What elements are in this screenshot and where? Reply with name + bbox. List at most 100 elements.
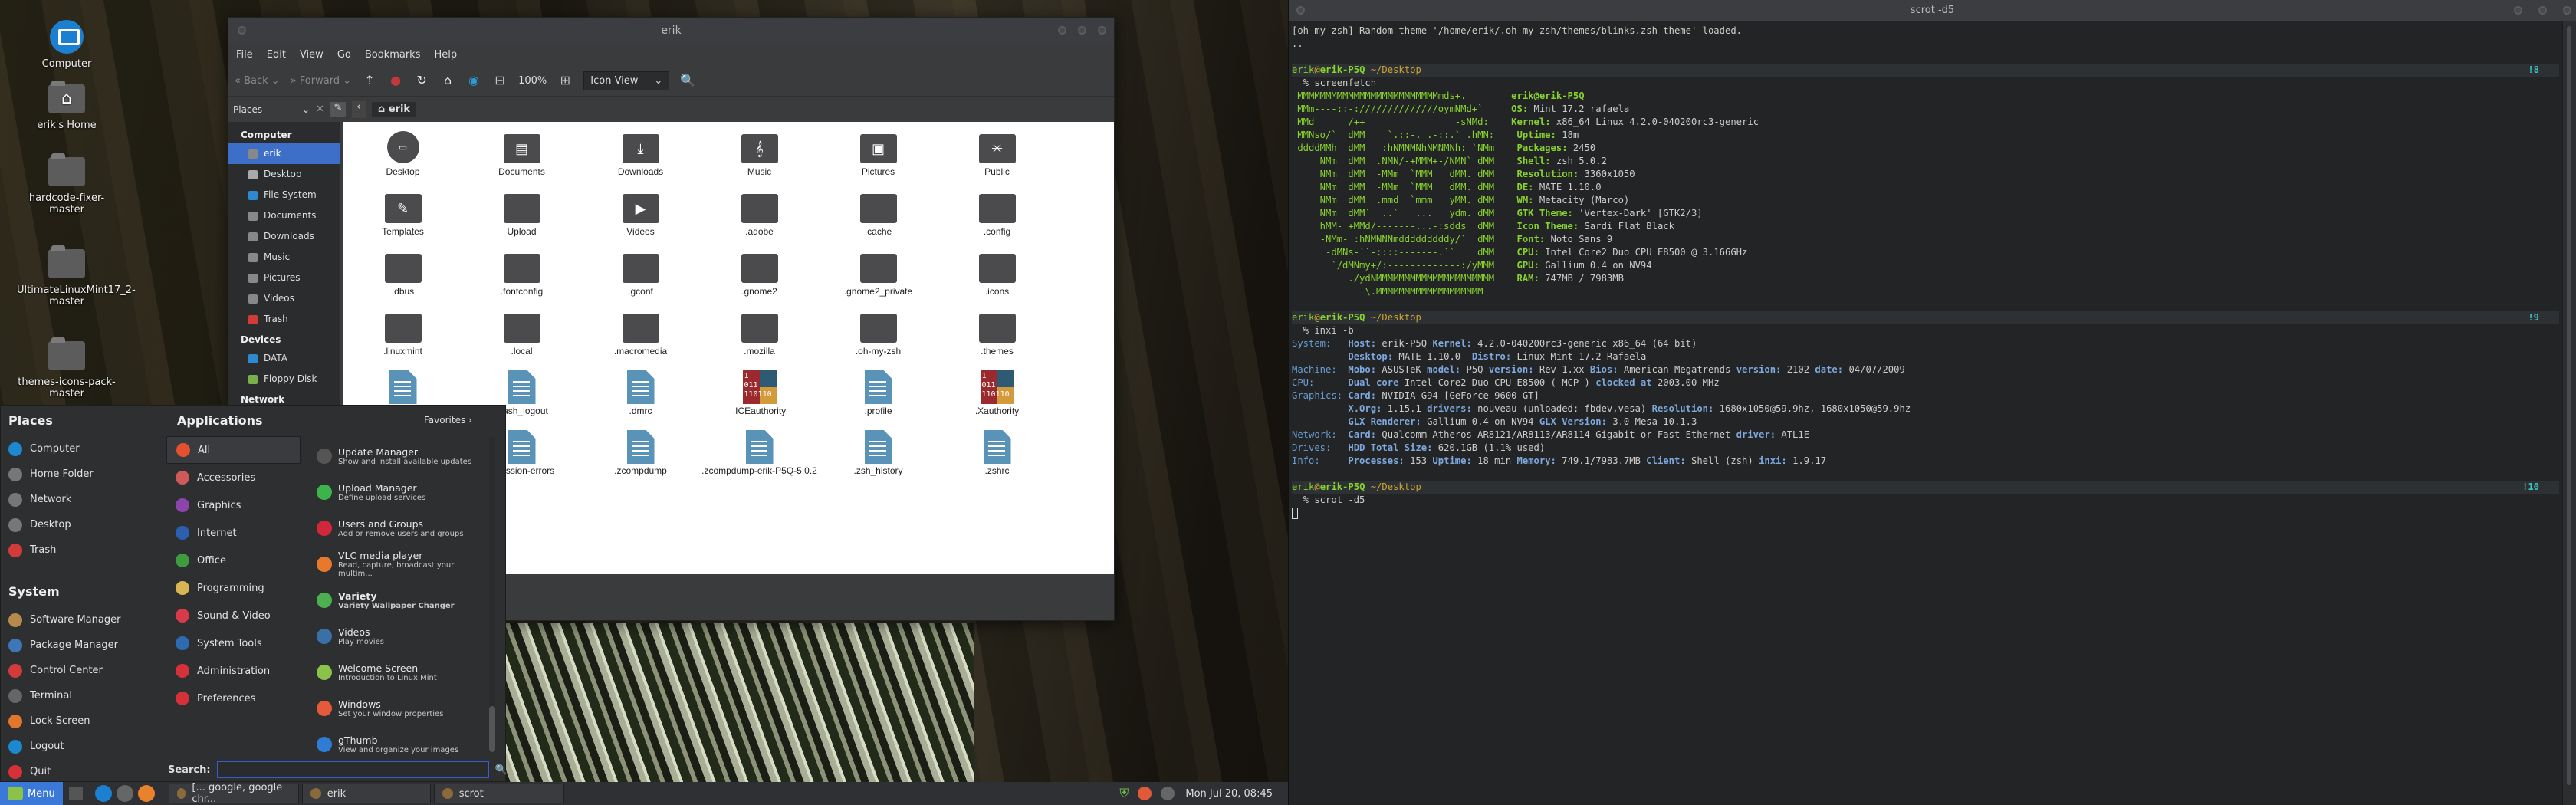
menu-item-lock-screen[interactable]: Lock Screen xyxy=(8,708,162,734)
menu-item-terminal[interactable]: Terminal xyxy=(8,683,162,708)
file-item[interactable]: .zcompdump xyxy=(581,430,700,478)
maximize-button[interactable] xyxy=(2538,6,2547,15)
file-item[interactable]: ▤ Documents xyxy=(462,130,581,179)
menu-item-package-manager[interactable]: Package Manager xyxy=(8,632,162,658)
file-item[interactable]: ▶ Videos xyxy=(581,189,700,238)
home-icon[interactable]: ⌂ xyxy=(440,73,455,88)
sidebar-item-pictures[interactable]: Pictures xyxy=(228,268,340,288)
zoom-out-icon[interactable]: ⊟ xyxy=(492,73,508,88)
category-all[interactable]: All xyxy=(166,436,301,464)
menu-item-software-manager[interactable]: Software Manager xyxy=(8,607,162,632)
file-item[interactable]: .macromedia xyxy=(581,309,700,358)
file-item[interactable]: .profile xyxy=(819,370,938,418)
menu-go[interactable]: Go xyxy=(337,49,351,61)
desktop-icon[interactable]: hardcode-fixer-master xyxy=(17,153,117,215)
app-item[interactable]: Users and Groups Add or remove users and … xyxy=(317,510,489,546)
file-item[interactable]: .zcompdump-erik-P5Q-5.0.2 xyxy=(700,430,819,478)
menu-view[interactable]: View xyxy=(300,49,324,61)
show-desktop-icon[interactable] xyxy=(68,787,83,800)
file-item[interactable]: 𝄞 Music xyxy=(700,130,819,179)
menu-item-quit[interactable]: Quit xyxy=(8,759,162,784)
update-shield-icon[interactable]: ⛨ xyxy=(1119,786,1129,801)
search-icon[interactable]: 🔍 xyxy=(680,73,695,88)
terminal-icon[interactable] xyxy=(116,785,133,802)
zoom-in-icon[interactable]: ⊞ xyxy=(557,73,573,88)
sidebar-item-documents[interactable]: Documents xyxy=(228,205,340,226)
file-manager-titlebar[interactable]: erik xyxy=(228,18,1114,44)
sidebar-item-desktop[interactable]: Desktop xyxy=(228,164,340,185)
computer-icon[interactable]: ◉ xyxy=(466,73,481,88)
window-menu-icon[interactable] xyxy=(1296,6,1305,15)
file-item[interactable]: .zshrc xyxy=(938,430,1056,478)
category-accessories[interactable]: Accessories xyxy=(166,464,301,491)
menu-item-control-center[interactable]: Control Center xyxy=(8,658,162,683)
menu-item-network[interactable]: Network xyxy=(8,487,162,512)
close-button[interactable] xyxy=(1098,26,1106,34)
taskbar-button[interactable]: erik xyxy=(301,784,431,803)
app-item[interactable]: Windows Set your window properties xyxy=(317,690,489,726)
minimize-button[interactable] xyxy=(2514,6,2522,15)
favorites-button[interactable]: Favorites › xyxy=(424,415,472,426)
desktop-icon[interactable]: Computer xyxy=(17,20,117,70)
sidebar-item-videos[interactable]: Videos xyxy=(228,288,340,309)
menu-edit[interactable]: Edit xyxy=(267,49,286,61)
terminal-scrollbar[interactable] xyxy=(2562,21,2576,805)
file-item[interactable]: .gnome2 xyxy=(700,249,819,298)
file-item[interactable]: ▣ Pictures xyxy=(819,130,938,179)
menu-bookmarks[interactable]: Bookmarks xyxy=(365,49,421,61)
file-item[interactable]: ▭ Desktop xyxy=(343,131,462,179)
desktop-icon[interactable]: UltimateLinuxMint17_2-master xyxy=(17,245,136,307)
file-item[interactable]: .zsh_history xyxy=(819,430,938,478)
close-sidepane-icon[interactable]: ✕ xyxy=(316,104,324,115)
view-mode-select[interactable]: Icon View ⌄ xyxy=(583,71,670,90)
file-item[interactable]: .dbus xyxy=(343,249,462,298)
category-graphics[interactable]: Graphics xyxy=(166,491,301,519)
app-item[interactable]: Videos Play movies xyxy=(317,618,489,654)
file-item[interactable]: .mozilla xyxy=(700,309,819,358)
file-item[interactable]: 1 011 110110 .Xauthority xyxy=(938,370,1056,418)
window-menu-icon[interactable] xyxy=(238,26,246,34)
search-icon[interactable]: 🔍 xyxy=(495,764,508,776)
stop-icon[interactable]: ● xyxy=(388,73,403,88)
file-item[interactable]: .oh-my-zsh xyxy=(819,309,938,358)
toggle-location-icon[interactable]: ✎ xyxy=(330,101,346,117)
search-input[interactable] xyxy=(216,761,489,778)
sidebar-item-floppy-disk[interactable]: Floppy Disk xyxy=(228,369,340,389)
category-internet[interactable]: Internet xyxy=(166,519,301,547)
file-item[interactable]: .gnome2_private xyxy=(819,249,938,298)
menu-button[interactable]: Menu xyxy=(0,782,63,805)
file-item[interactable]: .local xyxy=(462,309,581,358)
menu-item-computer[interactable]: Computer xyxy=(8,436,162,462)
sidebar-item-music[interactable]: Music xyxy=(228,247,340,268)
category-office[interactable]: Office xyxy=(166,547,301,574)
sidebar-item-downloads[interactable]: Downloads xyxy=(228,226,340,247)
path-back-button[interactable]: ‹ xyxy=(351,100,366,118)
desktop-icon[interactable]: themes-icons-pack-master xyxy=(17,337,117,399)
sidebar-item-data[interactable]: DATA xyxy=(228,348,340,369)
app-item[interactable]: Welcome Screen Introduction to Linux Mint xyxy=(317,654,489,690)
app-item[interactable]: Upload Manager Define upload services xyxy=(317,474,489,510)
files-icon[interactable] xyxy=(94,785,112,802)
file-item[interactable]: ✳ Public xyxy=(938,130,1056,179)
file-item[interactable]: ⤓ Downloads xyxy=(581,130,700,179)
terminal-titlebar[interactable]: scrot -d5 xyxy=(1289,0,2576,21)
file-item[interactable]: .fontconfig xyxy=(462,249,581,298)
close-button[interactable] xyxy=(2563,6,2571,15)
reload-icon[interactable]: ↻ xyxy=(414,73,429,88)
category-programming[interactable]: Programming xyxy=(166,574,301,602)
file-item[interactable]: Upload xyxy=(462,189,581,238)
category-system-tools[interactable]: System Tools xyxy=(166,629,301,657)
file-item[interactable]: .config xyxy=(938,189,1056,238)
path-button-erik[interactable]: ⌂ erik xyxy=(371,102,417,117)
file-item[interactable]: .gconf xyxy=(581,249,700,298)
app-item[interactable]: gThumb View and organize your images xyxy=(317,726,489,762)
sidebar-item-file-system[interactable]: File System xyxy=(228,185,340,205)
file-item[interactable]: .linuxmint xyxy=(343,309,462,358)
category-preferences[interactable]: Preferences xyxy=(166,685,301,712)
desktop-icon[interactable]: ⌂ erik's Home xyxy=(17,80,117,131)
file-item[interactable]: .dmrc xyxy=(581,370,700,418)
menu-item-desktop[interactable]: Desktop xyxy=(8,512,162,537)
taskbar-button[interactable]: [... google, google chr... xyxy=(168,782,299,805)
menu-item-logout[interactable]: Logout xyxy=(8,734,162,759)
file-item[interactable]: .themes xyxy=(938,309,1056,358)
